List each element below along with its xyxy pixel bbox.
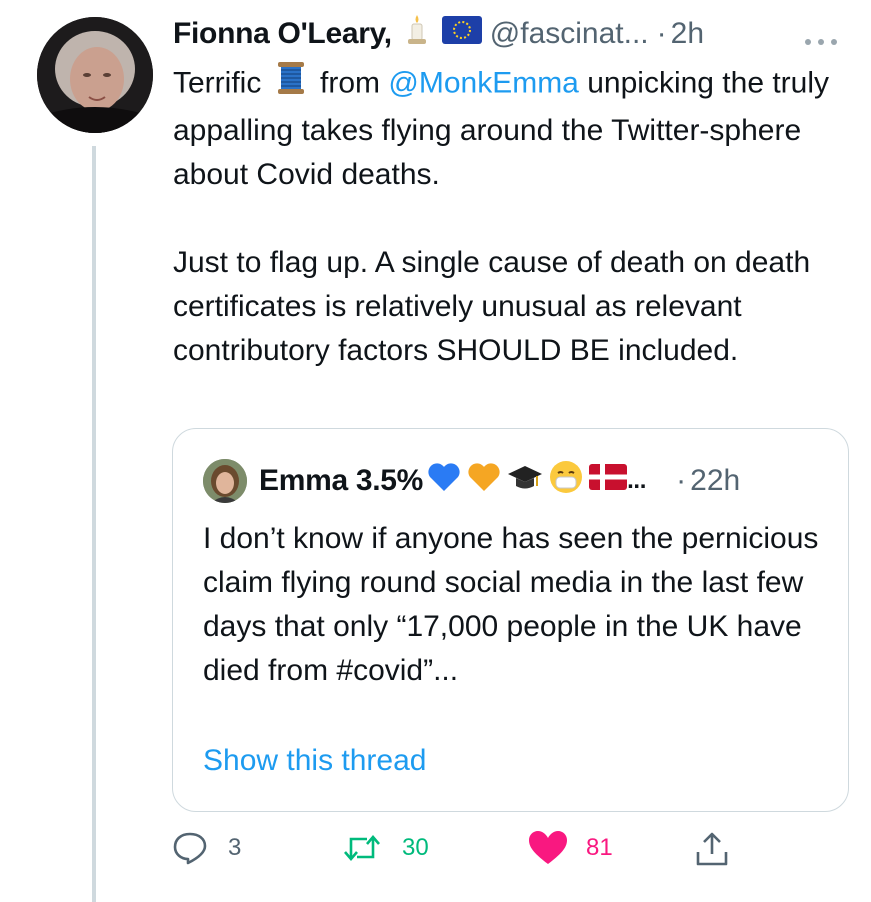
more-icon[interactable] <box>803 34 839 52</box>
heart-icon <box>528 830 568 866</box>
like-button[interactable]: 81 <box>528 830 613 866</box>
retweet-count: 30 <box>402 834 429 861</box>
tweet-text-part-1: Terrific <box>173 66 262 100</box>
quoted-tweet-time[interactable]: 22h <box>690 464 740 498</box>
show-thread-link[interactable]: Show this thread <box>203 744 426 778</box>
tweet-time[interactable]: 2h <box>671 17 704 51</box>
separator-dot: · <box>656 17 667 50</box>
thread-connector-line <box>92 146 96 902</box>
candle-emoji <box>406 14 428 54</box>
tweet-header: Fionna O'Leary, @fascinat... · 2h <box>173 14 704 54</box>
thread-spool-emoji <box>276 60 306 109</box>
eu-flag-emoji <box>441 16 482 52</box>
reply-icon <box>172 830 208 866</box>
like-count: 81 <box>586 834 613 861</box>
blue-heart-emoji <box>427 462 461 500</box>
share-button[interactable] <box>694 830 730 868</box>
mask-face-emoji <box>549 460 583 502</box>
orange-heart-emoji <box>467 462 501 500</box>
retweet-button[interactable]: 30 <box>342 830 429 866</box>
author-avatar[interactable] <box>37 17 153 133</box>
quoted-tweet[interactable]: Emma 3.5% ... · 22h I don’t know if anyo… <box>172 428 849 812</box>
tweet-actions: 3 30 81 <box>172 830 752 876</box>
quoted-author-name[interactable]: Emma 3.5% <box>259 464 423 498</box>
reply-count: 3 <box>228 834 242 861</box>
tweet-paragraph-2: Just to flag up. A single cause of death… <box>173 246 811 367</box>
tweet-paragraph-1: Terrific from @MonkEmma unpicking the tr… <box>173 60 863 197</box>
tweet-text-part-2: from <box>320 66 381 100</box>
tweet-text: Terrific from @MonkEmma unpicking the tr… <box>173 60 863 373</box>
quoted-tweet-text: I don’t know if anyone has seen the pern… <box>203 522 819 687</box>
author-name[interactable]: Fionna O'Leary, <box>173 17 392 51</box>
quoted-author-avatar[interactable] <box>203 459 247 503</box>
retweet-icon <box>342 830 382 866</box>
share-icon <box>694 830 730 868</box>
reply-button[interactable]: 3 <box>172 830 241 866</box>
quoted-name-truncation: ... <box>627 467 647 494</box>
denmark-flag-emoji <box>589 464 628 498</box>
separator-dot: · <box>676 464 687 497</box>
mention-link[interactable]: @MonkEmma <box>388 66 579 99</box>
graduation-cap-emoji <box>507 462 543 500</box>
author-handle[interactable]: @fascinat... <box>490 17 649 51</box>
quoted-tweet-header: Emma 3.5% ... · 22h <box>203 459 740 503</box>
